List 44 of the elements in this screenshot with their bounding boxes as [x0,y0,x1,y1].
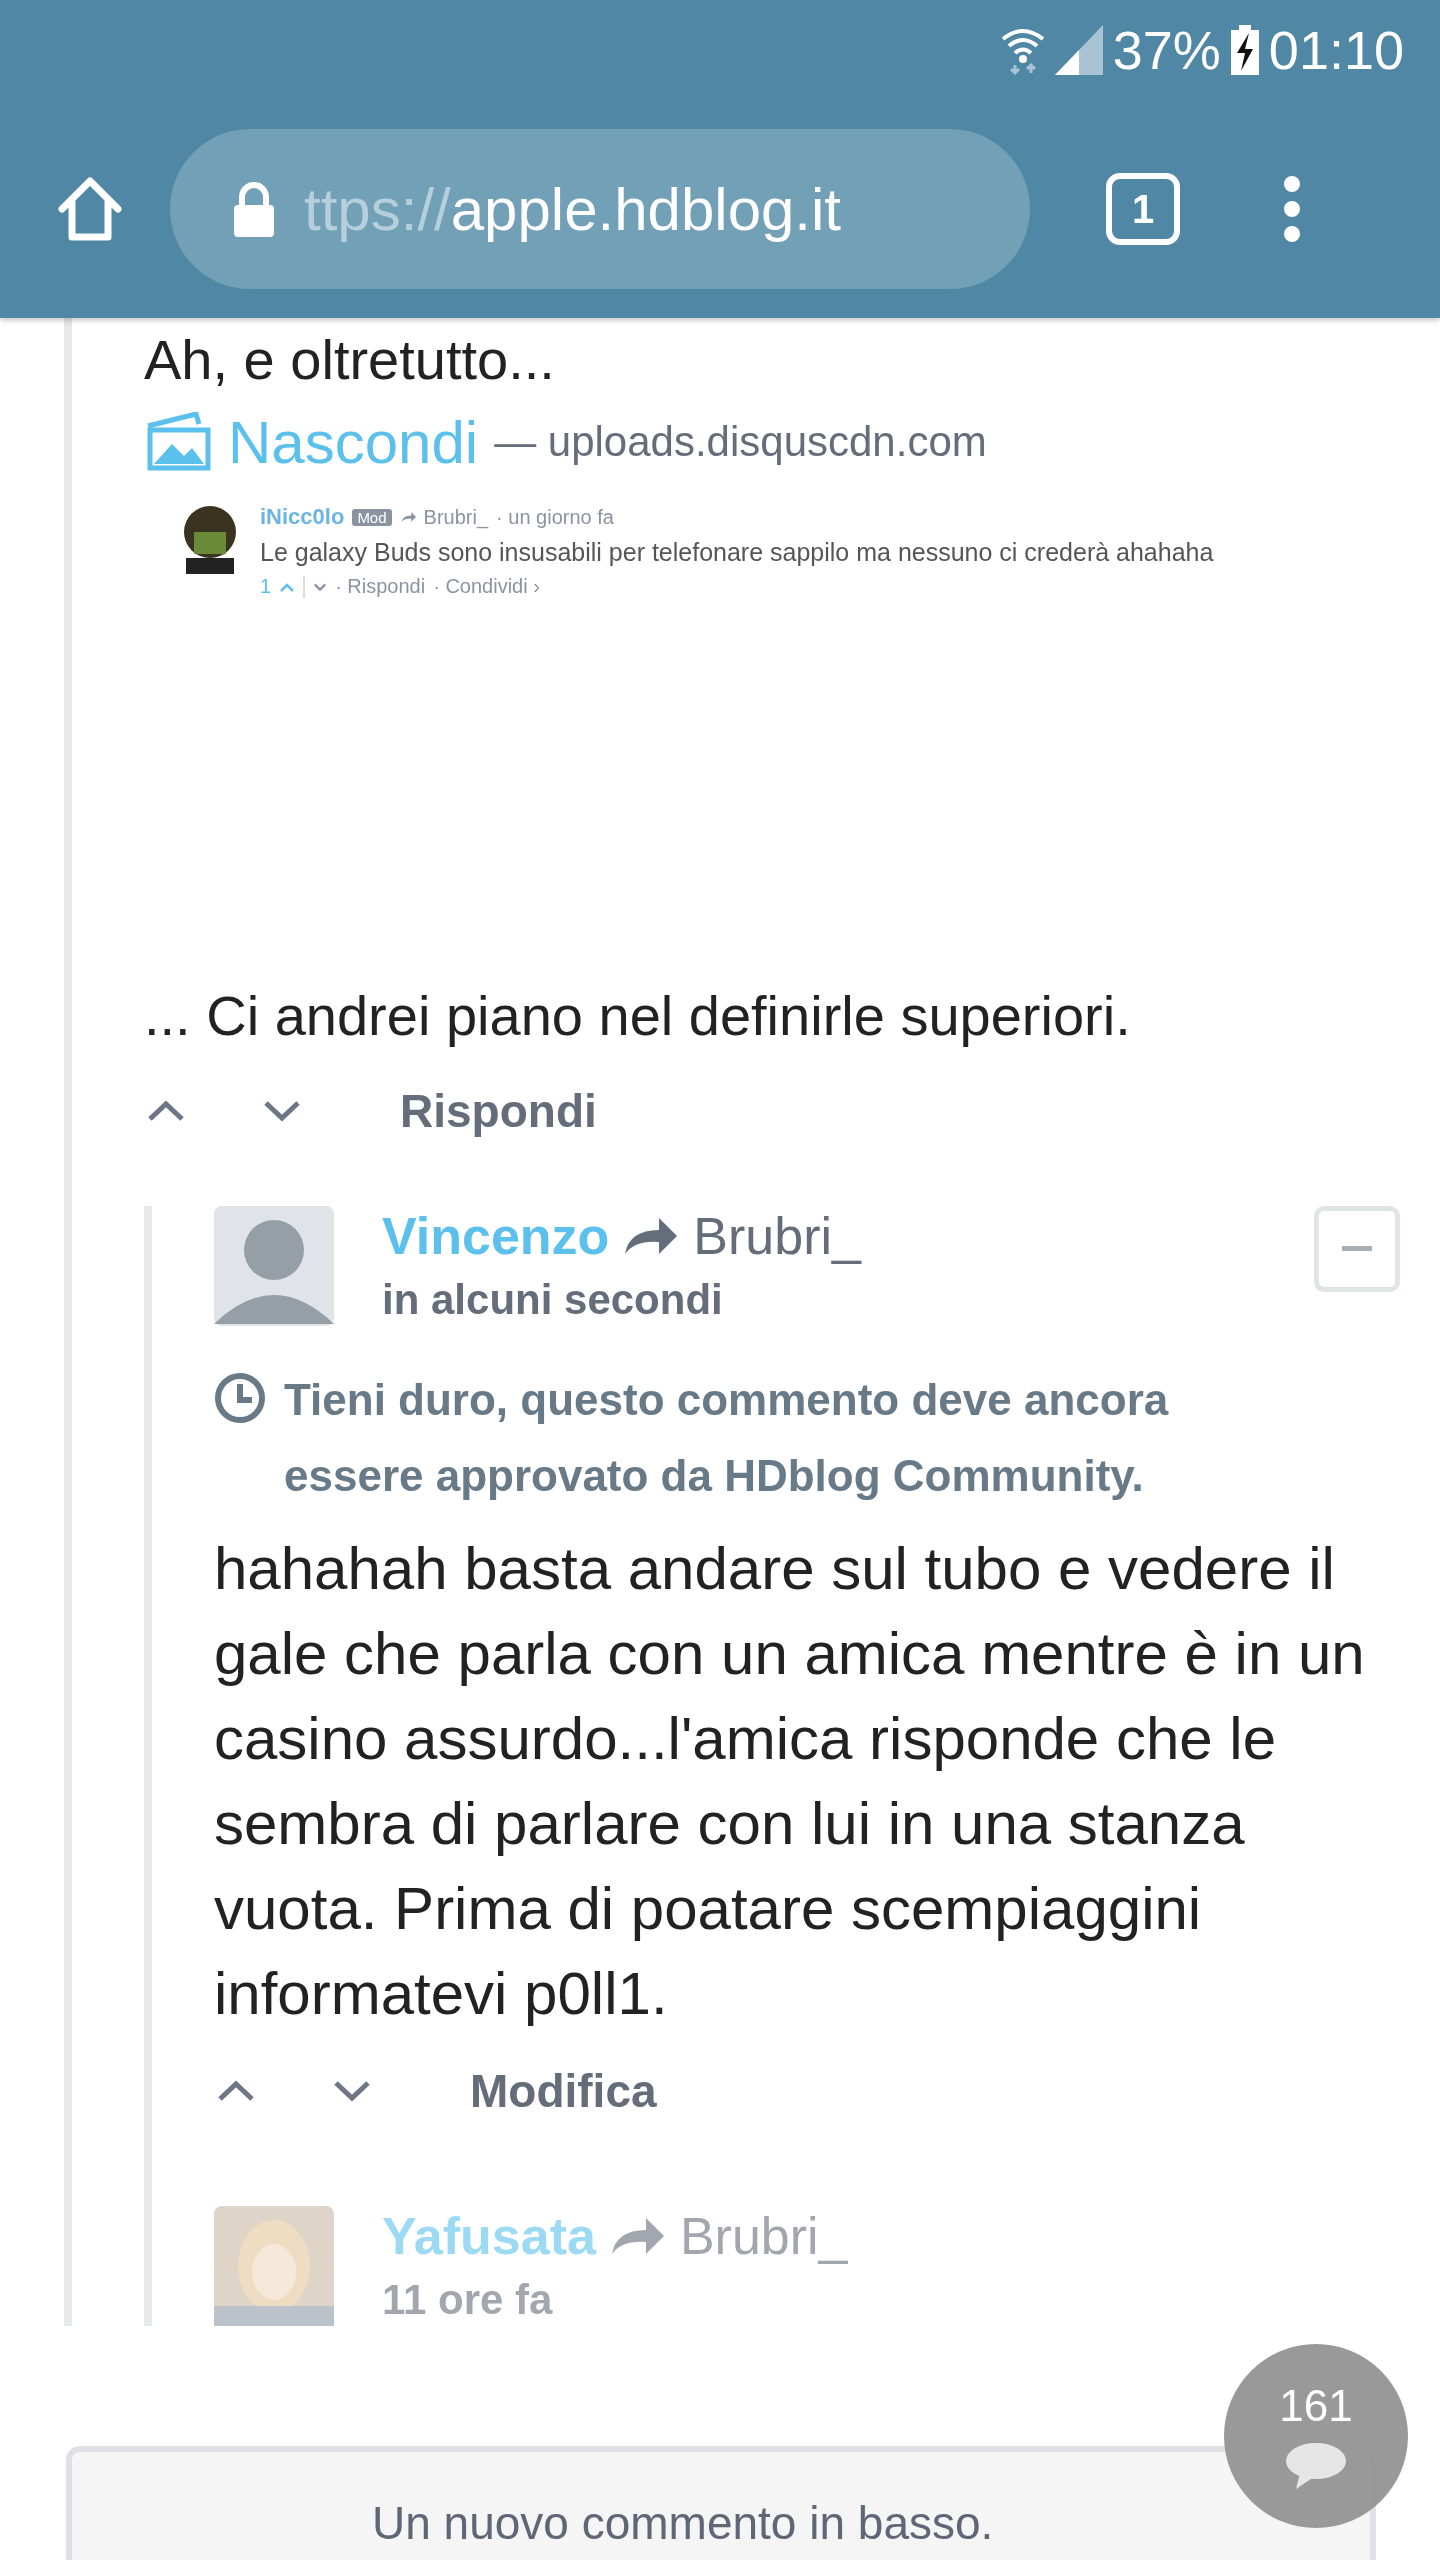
downvote-icon[interactable] [262,1099,302,1123]
battery-percentage: 37% [1112,19,1221,81]
url-scheme: ttps:// [304,174,451,244]
signal-icon [1054,25,1103,75]
url-host: apple.hdblog.it [450,174,842,244]
clock-icon [214,1372,266,1424]
upvote-icon [279,581,296,592]
comment-time: in alcuni secondi [382,1276,724,1324]
hide-link[interactable]: Nascondi [228,407,479,477]
clock: 01:10 [1268,19,1404,81]
speech-bubble-icon [1284,2441,1348,2491]
address-bar[interactable]: ttps://apple.hdblog.it [170,129,1030,289]
upvote-icon[interactable] [216,2079,256,2103]
comment-counter[interactable]: 161 [1224,2344,1408,2528]
new-comment-toast[interactable]: Un nuovo commento in basso. [66,2446,1376,2560]
mod-badge: Mod [352,508,392,526]
tab-count-button[interactable]: 1 [1106,173,1180,245]
comment-text: Ah, e oltretutto... [144,327,556,393]
screenshot-action: · Rispondi [335,575,426,598]
screenshot-action: · Condividi › [433,575,540,598]
pending-notice: Tieni duro, questo commento deve ancora essere approvato da HDblog Community. [284,1374,1170,1502]
downvote-icon [313,581,328,592]
battery-charging-icon [1230,25,1259,75]
downvote-icon[interactable] [332,2079,372,2103]
screenshot-comment-text: Le galaxy Buds sono insusabili per telefonare sappilo ma nessuno ci crederà ahahaha [260,538,1214,567]
screenshot-time: · un giorno fa [496,505,614,529]
reply-to-name: Brubri_ [679,2206,848,2266]
upvote-icon[interactable] [146,1099,186,1123]
avatar-icon [214,1206,334,1326]
reply-to-name: Brubri_ [693,1206,861,1266]
author-name[interactable]: Vincenzo [382,1206,610,1266]
image-source: — uploads.disquscdn.com [494,418,987,466]
reply-link[interactable]: Rispondi [400,1084,597,1138]
screenshot-reply-to: Brubri_ [423,505,489,529]
edit-link[interactable]: Modifica [470,2064,657,2118]
lock-icon [232,181,276,237]
comment-text: ... Ci andrei piano nel definirle superiori. [144,983,1132,1049]
minus-icon [1342,1246,1372,1252]
reply-arrow-icon [399,510,416,524]
comment-time: 11 ore fa [382,2276,554,2324]
comment-text: hahahah basta andare sul tubo e vedere il gale che parla con un amica mentre è in un casino assurdo...l'amica risponde che le sembra di parlare con lui in una stanza vuota. Prima di poatare scempiaggini informatevi p0ll1. [214,1534,1366,2029]
screenshot-vote-count: 1 [260,575,272,598]
author-name[interactable]: Yafusata [382,2206,596,2266]
screenshot-author: iNicc0lo [260,504,345,530]
